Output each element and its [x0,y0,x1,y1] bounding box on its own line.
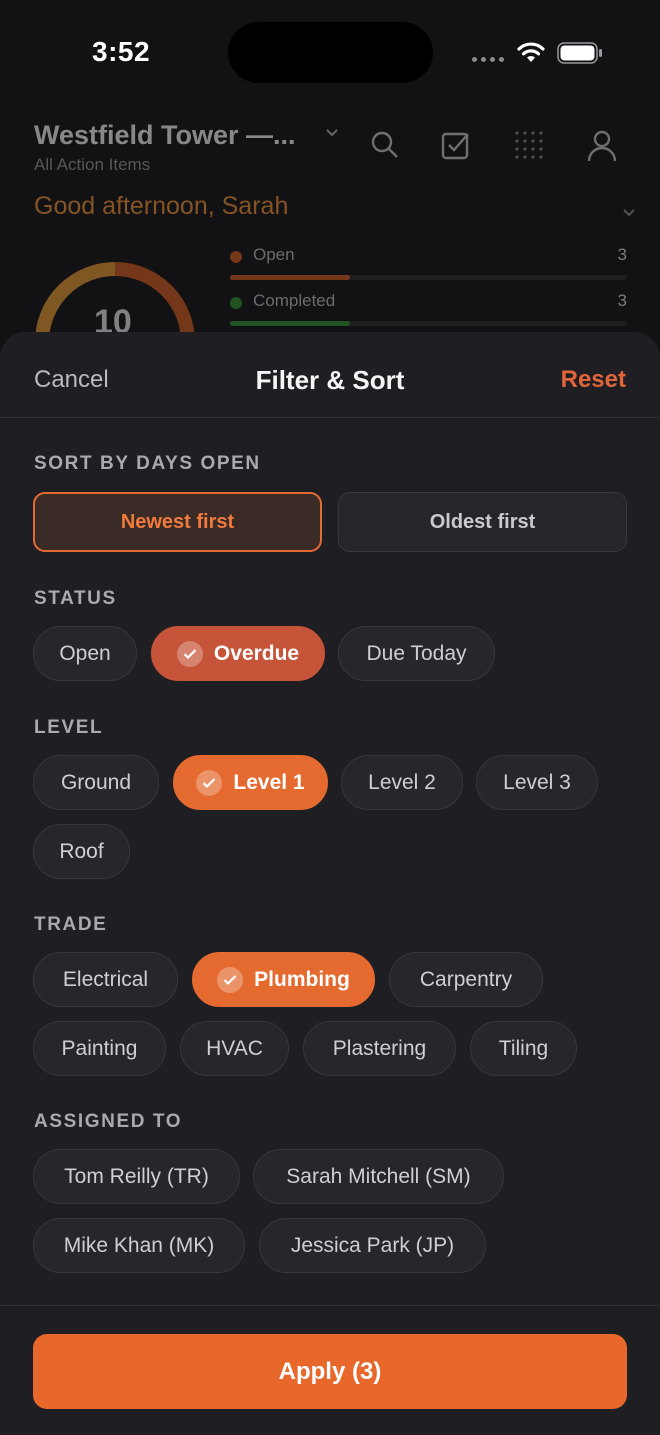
chip-level-2[interactable]: Level 2 [341,755,463,810]
section-label-status: STATUS [34,588,117,609]
check-icon [176,640,203,667]
chip-assignee-tr[interactable]: Tom Reilly (TR) [33,1149,240,1204]
filter-sort-sheet: Cancel Filter & Sort Reset SORT BY DAYS … [0,332,660,1435]
chip-level-ground[interactable]: Ground [33,755,159,810]
chevron-down-icon [623,209,635,217]
battery-icon [557,42,602,64]
progress-track [230,275,627,280]
sheet-header: Cancel Filter & Sort Reset [0,332,660,418]
status-dot [230,251,242,263]
chip-trade-electrical[interactable]: Electrical [33,952,178,1007]
section-label-assigned: ASSIGNED TO [34,1111,183,1132]
status-bar: 3:52 [0,0,660,100]
chip-trade-painting[interactable]: Painting [33,1021,166,1076]
chip-level-roof[interactable]: Roof [33,824,130,879]
check-icon [217,966,244,993]
chip-trade-tiling[interactable]: Tiling [470,1021,577,1076]
section-label-sort: SORT BY DAYS OPEN [34,453,261,474]
chip-level-1[interactable]: Level 1 [173,755,328,810]
chip-status-overdue[interactable]: Overdue [151,626,325,681]
project-title: Westfield Tower —... [34,120,296,150]
sort-oldest-first[interactable]: Oldest first [338,492,627,552]
sheet-footer: Apply (3) [0,1305,660,1435]
section-label-level: LEVEL [34,717,104,738]
chip-trade-plastering[interactable]: Plastering [303,1021,456,1076]
chevron-down-icon [326,129,338,137]
wifi-icon [517,42,545,62]
chip-status-due-today[interactable]: Due Today [338,626,495,681]
cancel-button[interactable]: Cancel [34,366,109,394]
chip-status-open[interactable]: Open [33,626,137,681]
checkbox-icon [441,132,469,160]
section-label-trade: TRADE [34,914,108,935]
chip-assignee-sm[interactable]: Sarah Mitchell (SM) [253,1149,504,1204]
chip-assignee-mk[interactable]: Mike Khan (MK) [33,1218,245,1273]
sort-newest-first[interactable]: Newest first [33,492,322,552]
background-dashboard: Westfield Tower —... All Action Items Go… [0,100,660,343]
chip-level-3[interactable]: Level 3 [476,755,598,810]
check-icon [196,769,223,796]
chip-assignee-jp[interactable]: Jessica Park (JP) [259,1218,486,1273]
greeting: Good afternoon, Sarah [34,192,289,220]
progress-track [230,321,627,326]
apply-button[interactable]: Apply (3) [33,1334,627,1409]
grid-icon [515,131,543,159]
profile-icon [587,130,617,162]
search-icon [371,131,398,158]
signal-icon [472,57,504,62]
chip-trade-plumbing[interactable]: Plumbing [192,952,375,1007]
clock: 3:52 [92,36,151,67]
chip-trade-hvac[interactable]: HVAC [180,1021,289,1076]
status-dot [230,297,242,309]
dynamic-island [228,22,433,83]
reset-button[interactable]: Reset [561,366,626,394]
project-subtitle: All Action Items [34,155,151,174]
chip-trade-carpentry[interactable]: Carpentry [389,952,543,1007]
